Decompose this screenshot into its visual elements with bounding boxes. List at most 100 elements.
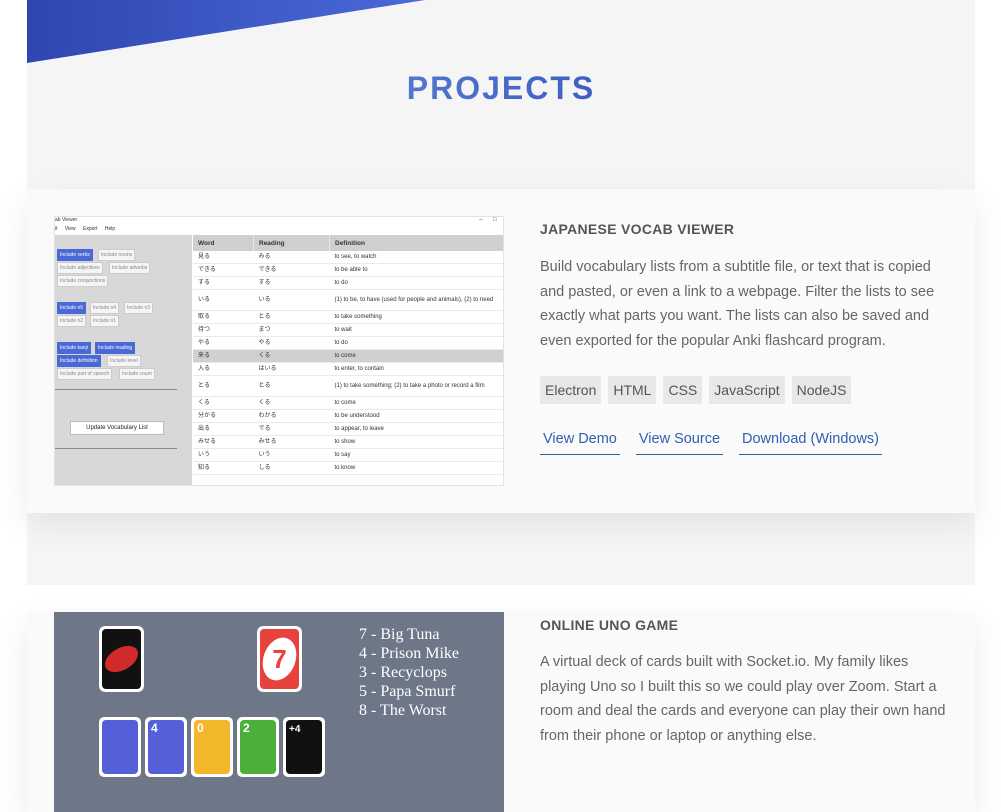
tag-nodejs: NodeJS [791,376,852,404]
table-header-row: Word Reading Definition [193,235,503,251]
table-row: する する to do [193,276,503,290]
scoreboard: 7 - Big Tuna 4 - Prison Mike 3 - Recyclo… [359,625,459,720]
table-cell: やる [193,336,254,350]
filter-n1: Include n1 [90,315,120,327]
hand-card-value: 0 [197,721,204,735]
table-cell: to come [329,396,503,410]
menu-help: Help [104,226,116,232]
tech-tags: Electron HTML CSS JavaScript NodeJS [540,376,852,404]
panel-divider [55,448,177,449]
maximize-icon: □ [493,217,497,223]
download-windows-link[interactable]: Download (Windows) [739,429,883,455]
update-vocabulary-button: Update Vocabulary List [70,421,164,435]
project-title: JAPANESE VOCAB VIEWER [540,221,735,237]
section-title: PROJECTS [27,70,975,107]
table-cell: しる [253,461,330,475]
table-row: 待つ まつ to wait [193,323,503,337]
table-cell: 分かる [193,409,254,423]
table-cell: でる [253,422,330,436]
table-row: やる やる to do [193,336,503,350]
tag-html: HTML [608,376,657,404]
table-cell: みる [253,251,330,264]
discard-pile-card: 7 [257,626,302,692]
table-cell: to be understood [329,409,503,423]
score-entry: 3 - Recyclops [359,664,447,681]
menu-edit: it [55,226,58,232]
filter-verbs: Include verbs [57,249,93,261]
table-cell: まつ [253,323,330,337]
table-row-selected: 来る くる to come [193,349,503,363]
table-row: くる くる to come [193,396,503,410]
score-entry: 8 - The Worst [359,702,447,719]
vocab-table: Word Reading Definition 見る みる to see, to w… [193,235,503,475]
table-cell: to enter, to contain [329,362,503,376]
menu-view: View [64,226,76,232]
draw-pile-card [99,626,144,692]
table-cell: くる [193,396,254,410]
hand-card-value: +4 [289,724,301,735]
score-entry: 4 - Prison Mike [359,645,459,662]
project-description: A virtual deck of cards built with Socke… [540,654,946,744]
project-links: View Demo View Source Download (Windows) [540,429,883,455]
table-cell: to wait [329,323,503,337]
tag-electron: Electron [540,376,602,404]
table-cell: みせる [253,435,330,449]
minimize-icon: – [479,217,483,223]
table-cell: はいる [253,362,330,376]
view-demo-link[interactable]: View Demo [540,429,620,455]
table-cell: できる [193,263,254,277]
table-row: みせる みせる to show [193,435,503,449]
table-cell: 待つ [193,323,254,337]
table-cell: いう [193,448,254,462]
table-row: 知る しる to know [193,461,503,475]
filter-nouns: Include nouns [98,249,136,261]
table-cell: いる [193,289,254,311]
table-cell: 来る [193,349,254,363]
table-cell: to show [329,435,503,449]
table-row: 見る みる to see, to watch [193,251,503,264]
table-cell: to come [329,349,503,363]
table-row: できる できる to be able to [193,263,503,277]
decorative-corner-shape [27,0,425,63]
column-header: Word [193,235,254,251]
filter-n4: Include n4 [90,302,120,314]
table-cell: to do [329,276,503,290]
filter-definition: Include definition [57,355,101,367]
table-cell: 入る [193,362,254,376]
table-cell: できる [253,263,330,277]
table-cell: to see, to watch [329,251,503,264]
table-cell: to take something [329,310,503,324]
player-hand: 4 0 2 +4 [99,717,325,777]
filter-level: Include level [107,355,141,367]
table-row: 分かる わかる to be understood [193,409,503,423]
table-cell: とる [193,375,254,397]
app-menu-bar: it View Export Help [55,226,121,233]
column-header: Definition [329,235,503,251]
score-entry: 5 - Papa Smurf [359,683,456,700]
hand-card-value: 4 [151,721,158,735]
uno-game-screenshot: 7 7 - Big Tuna 4 - Prison Mike 3 - Recyc… [54,612,504,812]
table-cell: 見る [193,251,254,264]
filter-part-of-speech: Include part of speech [57,368,113,380]
table-cell: (1) to be, to have (used for people and … [329,289,503,311]
view-source-link[interactable]: View Source [635,429,724,455]
table-row: いう いう to say [193,448,503,462]
table-row: 出る でる to appear, to leave [193,422,503,436]
filter-n3: Include n3 [124,302,154,314]
table-cell: やる [253,336,330,350]
filter-panel: Include verbs Include nouns Include adje… [55,235,192,485]
filter-reading: Include reading [95,342,136,354]
filter-adverbs: Include adverbs [109,262,151,274]
menu-export: Export [83,226,98,232]
table-cell: to know [329,461,503,475]
table-row: 入る はいる to enter, to contain [193,362,503,376]
table-cell: to appear, to leave [329,422,503,436]
table-cell: to say [329,448,503,462]
table-cell: 出る [193,422,254,436]
table-cell: いう [253,448,330,462]
column-header: Reading [253,235,330,251]
table-row: とる とる (1) to take something; (2) to take a… [193,375,503,397]
hand-card-value: 2 [243,721,250,735]
table-cell: to be able to [329,263,503,277]
table-cell: くる [253,349,330,363]
